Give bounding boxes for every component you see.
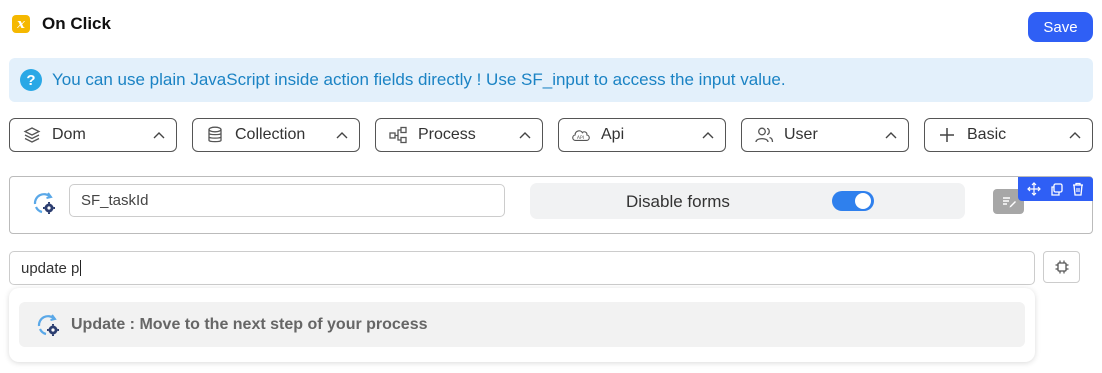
settings-chip-button[interactable]	[1043, 251, 1080, 283]
info-banner: ? You can use plain JavaScript inside ac…	[9, 58, 1093, 102]
category-dom[interactable]: Dom	[9, 118, 177, 152]
update-sync-icon	[37, 313, 59, 336]
category-collection[interactable]: Collection	[192, 118, 360, 152]
move-icon[interactable]	[1026, 182, 1041, 196]
suggestion-text: Update : Move to the next step of your p…	[71, 315, 428, 333]
text-caret	[80, 260, 82, 276]
disable-forms-toggle[interactable]	[832, 191, 874, 211]
suggestion-item[interactable]: Update : Move to the next step of your p…	[19, 302, 1025, 347]
category-user[interactable]: User	[741, 118, 909, 152]
category-label: Api	[601, 126, 625, 143]
search-value: update p	[21, 259, 80, 277]
category-label: User	[784, 126, 818, 143]
page-title: On Click	[42, 14, 111, 33]
suggestion-dropdown: Update : Move to the next step of your p…	[9, 288, 1035, 362]
header: x On Click	[12, 14, 111, 34]
category-label: Basic	[967, 126, 1007, 143]
function-x-icon: x	[12, 15, 30, 33]
api-cloud-icon: API	[571, 125, 591, 145]
chevron-up-icon	[152, 128, 166, 142]
svg-text:API: API	[577, 135, 584, 141]
chevron-up-icon	[884, 128, 898, 142]
category-label: Collection	[235, 126, 306, 143]
chevron-up-icon	[1068, 128, 1082, 142]
database-icon	[205, 125, 225, 145]
category-label: Process	[418, 126, 476, 143]
copy-icon[interactable]	[1050, 182, 1063, 196]
info-text: You can use plain JavaScript inside acti…	[52, 70, 786, 89]
disable-forms-panel: Disable forms	[530, 183, 965, 219]
category-api[interactable]: API Api	[558, 118, 726, 152]
category-label: Dom	[52, 126, 86, 143]
chip-icon	[1055, 260, 1068, 274]
chevron-up-icon	[518, 128, 532, 142]
process-flow-icon	[388, 125, 408, 145]
toggle-knob	[855, 193, 871, 209]
action-field-input[interactable]: SF_taskId	[69, 184, 505, 217]
category-process[interactable]: Process	[375, 118, 543, 152]
plus-icon	[937, 125, 957, 145]
action-search-input[interactable]: update p	[9, 251, 1035, 285]
chevron-up-icon	[701, 128, 715, 142]
save-button[interactable]: Save	[1028, 12, 1093, 42]
edit-icon	[1002, 196, 1016, 207]
action-toolbar	[1018, 177, 1093, 201]
update-sync-icon	[33, 192, 55, 214]
action-card[interactable]: SF_taskId Disable forms	[9, 176, 1093, 234]
trash-icon[interactable]	[1072, 182, 1084, 196]
question-icon: ?	[20, 69, 42, 91]
users-icon	[754, 125, 774, 145]
chevron-up-icon	[335, 128, 349, 142]
layers-icon	[22, 125, 42, 145]
disable-forms-label: Disable forms	[626, 192, 730, 211]
category-basic[interactable]: Basic	[924, 118, 1093, 152]
